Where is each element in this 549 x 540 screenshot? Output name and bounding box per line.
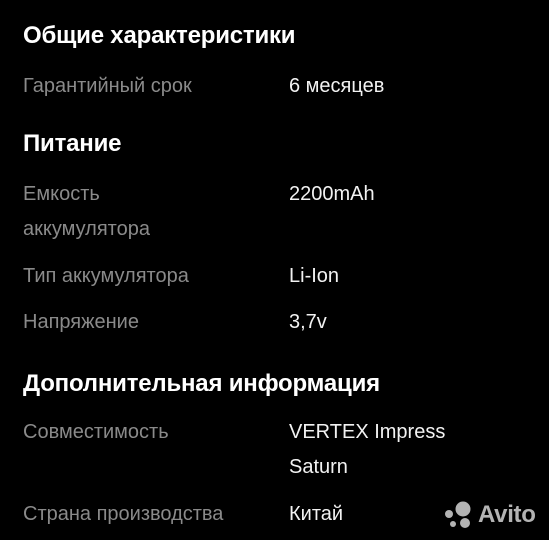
avito-watermark: Avito [443,500,536,530]
spec-value: 2200mAh [289,183,375,205]
spec-label: Страна производства [23,503,224,525]
section-title-additional: Дополнительная информация [23,370,380,397]
avito-logo-icon [443,501,475,529]
spec-value: Li-Ion [289,265,340,287]
spec-value: 6 месяцев [289,75,385,97]
spec-value: VERTEX Impress Saturn [289,421,446,478]
spec-label: Гарантийный срок [23,75,192,97]
section-title-power: Питание [23,130,122,157]
spec-label: Тип аккумулятора [23,265,189,287]
avito-watermark-text: Avito [478,501,536,528]
spec-value: 3,7v [289,311,327,333]
spec-label: Емкость аккумулятора [23,183,150,240]
spec-label: Напряжение [23,311,139,333]
section-title-general: Общие характеристики [23,22,296,49]
spec-label: Совместимость [23,421,169,443]
